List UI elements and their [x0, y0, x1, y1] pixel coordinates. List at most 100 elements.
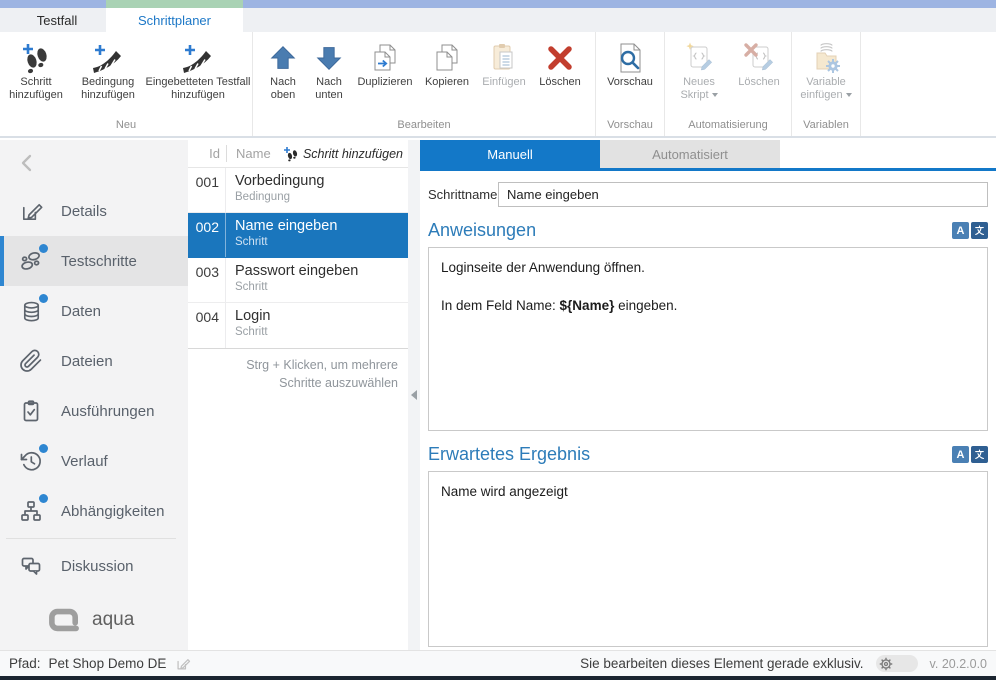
tab-automatisiert[interactable]: Automatisiert	[600, 140, 780, 168]
move-down-button[interactable]: Nach unten	[306, 37, 352, 102]
step-name: Login	[235, 308, 270, 324]
ribbon-group-label-bearbeiten: Bearbeiten	[253, 119, 595, 136]
translate-a-icon: A	[952, 222, 969, 239]
translate-char-icon	[971, 222, 988, 239]
sidebar-item-testschritte[interactable]: Testschritte	[0, 236, 188, 286]
ribbon-group-neu: Schritt hinzufügen Bedingung hinzufügen	[0, 32, 253, 136]
collapse-left-icon	[411, 390, 417, 400]
step-list-header: Id Name Schritt hinzufügen	[188, 140, 408, 168]
sidebar-item-label: Ausführungen	[61, 403, 154, 420]
tab-testfall[interactable]: Testfall	[8, 8, 106, 32]
instruction-line: In dem Feld Name: ${Name} eingeben.	[441, 297, 975, 316]
sidebar-item-dateien[interactable]: Dateien	[0, 336, 188, 386]
chevron-left-icon	[16, 151, 40, 175]
sidebar-item-label: Diskussion	[61, 558, 134, 575]
sidebar-item-details[interactable]: Details	[0, 186, 188, 236]
copy-icon	[430, 39, 464, 76]
add-step-button[interactable]: Schritt hinzufügen	[1, 37, 71, 102]
preview-button[interactable]: Vorschau	[598, 37, 662, 89]
step-type: Schritt	[235, 236, 337, 248]
translate-char-icon	[971, 446, 988, 463]
tab-schrittplaner[interactable]: Schrittplaner	[106, 8, 243, 32]
notification-dot	[39, 294, 48, 303]
add-condition-button[interactable]: Bedingung hinzufügen	[71, 37, 145, 102]
ribbon-tab-bar: Testfall Schrittplaner	[0, 8, 996, 32]
move-up-button[interactable]: Nach oben	[260, 37, 306, 102]
edit-path-button[interactable]	[175, 656, 191, 672]
step-name: Vorbedingung	[235, 173, 325, 189]
notification-dot	[39, 244, 48, 253]
panel-splitter[interactable]	[408, 140, 420, 650]
sidebar-item-verlauf[interactable]: Verlauf	[0, 436, 188, 486]
step-row[interactable]: 004 Login Schritt	[188, 303, 408, 348]
sidebar-item-label: Dateien	[61, 353, 113, 370]
add-step-link[interactable]: Schritt hinzufügen	[283, 146, 408, 162]
ribbon-group-vorschau-buttons: Vorschau	[596, 32, 664, 119]
add-embedded-testcase-button[interactable]: Eingebetteten Testfall hinzufügen	[145, 37, 251, 102]
paste-clipboard-icon	[487, 39, 521, 76]
step-id: 001	[188, 168, 226, 212]
copy-button[interactable]: Kopieren	[418, 37, 476, 89]
ribbon-group-label-automatisierung: Automatisierung	[665, 119, 791, 136]
ribbon-group-variablen: Variable einfügen Variablen	[792, 32, 861, 136]
footprints-add-small-icon	[283, 146, 299, 162]
history-clock-icon	[18, 448, 44, 474]
sidebar-item-daten[interactable]: Daten	[0, 286, 188, 336]
duplicate-button[interactable]: Duplizieren	[352, 37, 418, 89]
app-window: Testfall Schrittplaner Sch	[0, 0, 996, 680]
clipboard-check-icon	[18, 398, 44, 424]
button-label: Duplizieren	[357, 76, 412, 89]
step-row[interactable]: 001 Vorbedingung Bedingung	[188, 168, 408, 213]
edit-pencil-icon	[18, 198, 44, 224]
footprints-add-icon	[19, 39, 53, 76]
condition-ramp-add-icon	[91, 39, 125, 76]
sidebar-item-ausfuehrungen[interactable]: Ausführungen	[0, 386, 188, 436]
step-row-selected[interactable]: 002 Name eingeben Schritt	[188, 213, 408, 258]
result-line: Name wird angezeigt	[441, 483, 975, 502]
notification-dot	[39, 444, 48, 453]
delete-script-icon	[742, 39, 776, 76]
settings-toggle[interactable]	[876, 655, 918, 672]
step-type: Schritt	[235, 281, 358, 293]
button-label: Einfügen	[482, 76, 525, 89]
sidebar-item-label: Details	[61, 203, 107, 220]
multiselect-hint: Strg + Klicken, um mehrere Schritte ausz…	[188, 348, 408, 392]
schrittname-input[interactable]: Name eingeben	[498, 182, 988, 207]
ergebnis-heading: Erwartetes Ergebnis	[428, 444, 590, 465]
button-label: Kopieren	[425, 76, 469, 89]
window-bottom-bar	[0, 676, 996, 680]
sidebar-item-label: Abhängigkeiten	[61, 503, 164, 520]
aqua-logo: aqua	[0, 606, 188, 650]
sidebar-collapse-button[interactable]	[0, 140, 188, 186]
footsteps-icon	[18, 248, 44, 274]
ribbon-group-label-vorschau: Vorschau	[596, 119, 664, 136]
button-label: Nach oben	[260, 76, 306, 102]
add-step-link-label: Schritt hinzufügen	[303, 147, 403, 161]
translate-buttons[interactable]: A	[952, 222, 988, 239]
delete-script-button: Löschen	[730, 37, 788, 89]
edit-pencil-icon	[175, 656, 191, 672]
sidebar-item-diskussion[interactable]: Diskussion	[0, 541, 188, 591]
ribbon-group-bearbeiten: Nach oben Nach unten	[253, 32, 596, 136]
aqua-logo-icon	[46, 606, 82, 634]
arrow-down-icon	[313, 39, 345, 76]
sidebar-item-abhaengigkeiten[interactable]: Abhängigkeiten	[0, 486, 188, 536]
button-label: Bedingung hinzufügen	[71, 76, 145, 102]
variable-token: ${Name}	[560, 298, 615, 313]
delete-button[interactable]: Löschen	[532, 37, 588, 89]
ribbon-group-vorschau: Vorschau Vorschau	[596, 32, 665, 136]
step-list: Id Name Schritt hinzufügen 001 Vorbeding…	[188, 140, 408, 650]
step-type: Bedingung	[235, 191, 325, 203]
ergebnis-editor[interactable]: Name wird angezeigt	[428, 471, 988, 647]
tab-manuell[interactable]: Manuell	[420, 140, 600, 168]
anweisungen-editor[interactable]: Loginseite der Anwendung öffnen. In dem …	[428, 247, 988, 431]
new-script-button: Neues Skript	[668, 37, 730, 102]
step-type: Schritt	[235, 326, 270, 338]
sidebar: Details Testschritte	[0, 140, 188, 650]
translate-buttons[interactable]: A	[952, 446, 988, 463]
dropdown-caret-icon	[846, 93, 852, 97]
dropdown-caret-icon	[712, 93, 718, 97]
pfad-value: Pet Shop Demo DE	[49, 656, 167, 671]
step-row[interactable]: 003 Passwort eingeben Schritt	[188, 258, 408, 303]
ribbon-group-automatisierung-buttons: Neues Skript Löschen	[665, 32, 791, 119]
